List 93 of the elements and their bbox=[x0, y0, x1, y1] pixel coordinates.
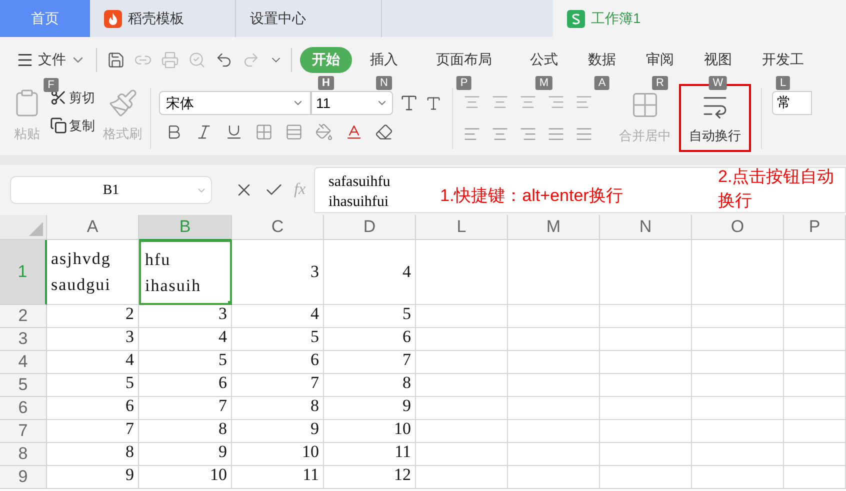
table-cell: 9 bbox=[139, 443, 232, 466]
column-header[interactable]: A bbox=[47, 215, 139, 240]
table-cell: 8 bbox=[47, 443, 139, 466]
table-cell: 8 bbox=[232, 397, 324, 420]
keytip: R bbox=[652, 76, 668, 90]
table-cell: 4 bbox=[139, 328, 232, 351]
table-cell: 4 bbox=[324, 240, 416, 305]
tab[interactable]: 工作簿1 bbox=[553, 0, 846, 37]
column-header[interactable]: M bbox=[508, 215, 600, 240]
save-icon[interactable] bbox=[107, 50, 125, 68]
table-cell: 6 bbox=[47, 397, 139, 420]
row-header[interactable]: 4 bbox=[0, 351, 47, 374]
justify-icon[interactable] bbox=[547, 125, 565, 143]
column-header[interactable]: N bbox=[600, 215, 692, 240]
table-cell: 5 bbox=[47, 374, 139, 397]
table-cell: 2 bbox=[47, 305, 139, 328]
table-style-icon[interactable] bbox=[285, 123, 303, 141]
align-left-icon[interactable] bbox=[463, 125, 481, 143]
keytip: H bbox=[318, 76, 334, 90]
redo-icon[interactable] bbox=[242, 50, 260, 68]
table-cell: 7 bbox=[47, 420, 139, 443]
row-header[interactable]: 9 bbox=[0, 466, 47, 489]
row-header[interactable]: 7 bbox=[0, 420, 47, 443]
table-cell: 7 bbox=[232, 374, 324, 397]
copy-icon bbox=[50, 116, 67, 134]
table-cell: 6 bbox=[139, 374, 232, 397]
table-cell: 10 bbox=[139, 466, 232, 489]
annotation-text: 2.点击按钮自动换行 bbox=[718, 166, 836, 212]
number-format-dropdown[interactable]: 常 bbox=[772, 91, 812, 115]
keytip: W bbox=[708, 76, 728, 90]
table-cell: 5 bbox=[232, 328, 324, 351]
distribute-icon[interactable] bbox=[575, 125, 593, 143]
name-box[interactable]: B1 bbox=[10, 176, 212, 204]
eraser-icon[interactable] bbox=[375, 123, 393, 141]
column-header[interactable]: L bbox=[416, 215, 508, 240]
table-cell: 12 bbox=[324, 466, 416, 489]
preview-icon[interactable] bbox=[188, 50, 206, 68]
spreadsheet-icon bbox=[567, 10, 585, 28]
row-header[interactable]: 6 bbox=[0, 397, 47, 420]
table-cell: 7 bbox=[324, 351, 416, 374]
table-cell: 6 bbox=[232, 351, 324, 374]
paintbrush-icon bbox=[108, 88, 138, 118]
row-header[interactable]: 2 bbox=[0, 305, 47, 328]
undo-icon[interactable] bbox=[215, 50, 233, 68]
tab[interactable]: 首页 bbox=[0, 0, 90, 37]
border-icon[interactable] bbox=[255, 123, 273, 141]
copy-button[interactable]: 复制 bbox=[50, 116, 95, 135]
keytip: A bbox=[594, 76, 610, 90]
table-cell: 5 bbox=[139, 351, 232, 374]
table-cell: 5 bbox=[324, 305, 416, 328]
table-cell: 11 bbox=[324, 443, 416, 466]
table-cell: 9 bbox=[47, 466, 139, 489]
fill-color-icon[interactable] bbox=[315, 123, 333, 141]
column-header[interactable]: D bbox=[324, 215, 416, 240]
table-cell: 7 bbox=[139, 397, 232, 420]
keytip: N bbox=[376, 76, 392, 90]
font-size-dropdown[interactable]: 11 bbox=[311, 91, 393, 115]
keytip: L bbox=[776, 76, 790, 90]
keytip: M bbox=[535, 76, 553, 90]
align-right-icon[interactable] bbox=[519, 125, 537, 143]
font-color-icon[interactable] bbox=[345, 123, 363, 141]
table-cell: 3 bbox=[139, 305, 232, 328]
keytip: P bbox=[456, 76, 472, 90]
merge-cells-icon bbox=[630, 90, 660, 120]
flame-icon bbox=[104, 10, 122, 28]
table-cell: 6 bbox=[324, 328, 416, 351]
printer-icon[interactable] bbox=[161, 50, 179, 68]
table-cell: 10 bbox=[324, 420, 416, 443]
table-cell: 3 bbox=[47, 328, 139, 351]
table-cell: 4 bbox=[47, 351, 139, 374]
table-cell: 11 bbox=[232, 466, 324, 489]
table-cell: 9 bbox=[232, 420, 324, 443]
table-cell: hfu ihasuih bbox=[139, 240, 232, 305]
table-cell: 8 bbox=[324, 374, 416, 397]
table-cell: 4 bbox=[232, 305, 324, 328]
row-header[interactable]: 5 bbox=[0, 374, 47, 397]
font-dropdown[interactable]: 宋体 bbox=[159, 91, 311, 115]
table-cell: 8 bbox=[139, 420, 232, 443]
underline-icon[interactable] bbox=[225, 123, 243, 141]
table-cell: 3 bbox=[232, 240, 324, 305]
row-header[interactable]: 8 bbox=[0, 443, 47, 466]
table-cell: 10 bbox=[232, 443, 324, 466]
scissors-icon bbox=[50, 89, 67, 106]
table-cell: 9 bbox=[324, 397, 416, 420]
select-all-icon[interactable] bbox=[29, 222, 43, 236]
annotation-text: 1.快捷键：alt+enter换行 bbox=[440, 185, 623, 207]
column-header[interactable]: C bbox=[232, 215, 324, 240]
column-header[interactable]: P bbox=[784, 215, 846, 240]
row-header[interactable]: 3 bbox=[0, 328, 47, 351]
column-header[interactable]: O bbox=[692, 215, 784, 240]
keytip: F bbox=[44, 78, 58, 92]
table-cell: asjhvdg saudgui bbox=[47, 240, 139, 305]
align-center-icon[interactable] bbox=[491, 125, 509, 143]
